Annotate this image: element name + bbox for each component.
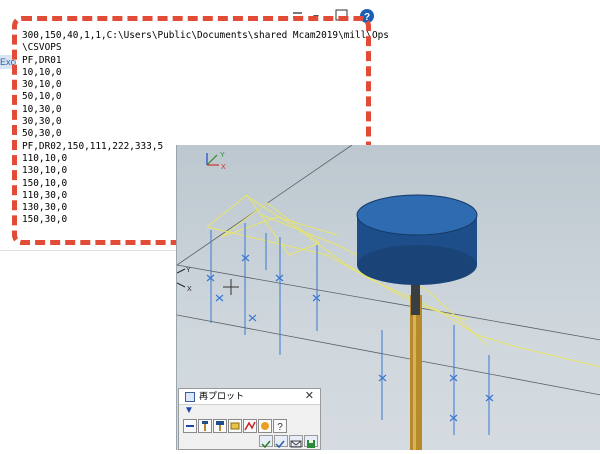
tool-holder xyxy=(356,194,478,285)
drill-lines-left xyxy=(210,223,318,355)
apply-icon[interactable] xyxy=(274,435,288,449)
drill-tool-icon[interactable] xyxy=(198,419,212,433)
mail-icon[interactable] xyxy=(289,435,303,448)
close-icon[interactable]: ✕ xyxy=(305,389,314,403)
stock-icon[interactable] xyxy=(228,419,242,433)
toolpath-icon[interactable] xyxy=(243,419,257,433)
wcs-indicator: Y X xyxy=(177,267,192,293)
wcs-x-label: X xyxy=(187,286,192,293)
gnomon-y-label: Y xyxy=(220,152,225,159)
wcs-y-label: Y xyxy=(186,267,191,274)
tool-holder-icon[interactable] xyxy=(213,419,227,433)
expand-icon[interactable]: ▼ xyxy=(184,406,194,416)
color-icon[interactable] xyxy=(258,419,272,433)
crosshair-cursor-icon xyxy=(223,279,239,295)
help-tool-icon[interactable]: ? xyxy=(273,419,287,433)
dialog-title-bar[interactable]: 再プロット ✕ xyxy=(179,389,320,405)
drill-lines-right xyxy=(381,325,490,435)
minus-icon[interactable] xyxy=(183,419,197,433)
background-divider xyxy=(0,250,180,251)
help-tool-glyph: ? xyxy=(277,422,283,432)
dialog-app-icon xyxy=(185,392,195,402)
dialog-title: 再プロット xyxy=(199,391,245,401)
replot-dialog: 再プロット ✕ ▼ ? xyxy=(178,388,321,450)
gnomon-x-label: X xyxy=(221,164,226,171)
save-icon[interactable] xyxy=(304,435,318,448)
view-gnomon: Y X xyxy=(206,152,226,171)
tool-shank xyxy=(410,275,422,450)
ok-icon[interactable] xyxy=(259,435,273,449)
